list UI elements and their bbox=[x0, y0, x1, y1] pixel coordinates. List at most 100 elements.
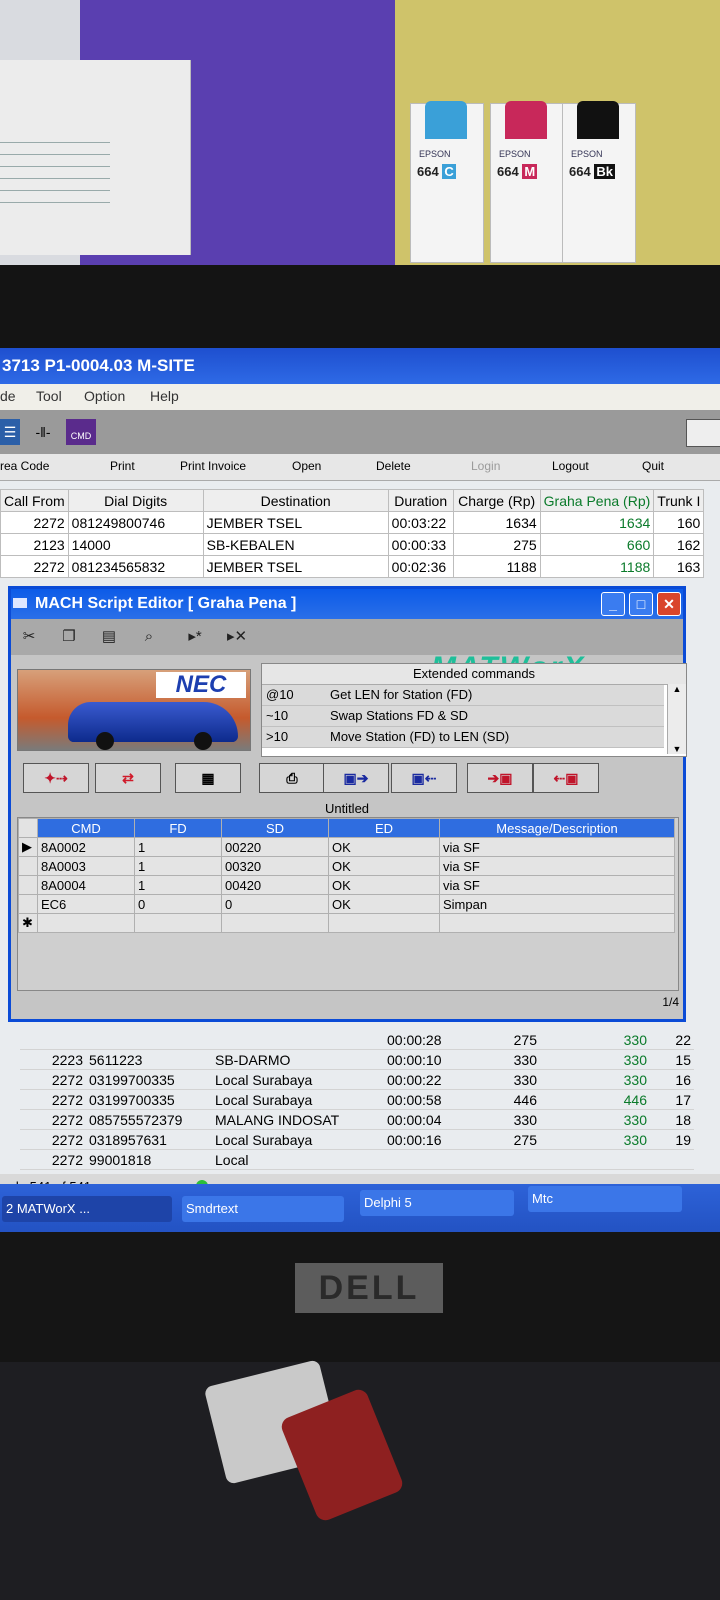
task-mtc[interactable]: Mtc bbox=[528, 1186, 682, 1212]
play-step-icon[interactable]: ▸* bbox=[181, 625, 209, 649]
find-icon[interactable]: ⌕ bbox=[135, 625, 163, 649]
col-cmd[interactable]: CMD bbox=[37, 818, 135, 838]
cell-sd[interactable]: 00420 bbox=[221, 875, 329, 895]
table-row[interactable]: 8A0003 1 00320 OK via SF bbox=[18, 856, 675, 876]
stop-step-icon[interactable]: ▸✕ bbox=[223, 625, 251, 649]
table-row[interactable]: 2272 99001818 Local bbox=[20, 1149, 694, 1170]
new-row[interactable]: ✱ bbox=[18, 913, 675, 933]
cell-ed[interactable]: OK bbox=[328, 875, 440, 895]
cell-message[interactable]: Simpan bbox=[439, 894, 675, 914]
col-fd[interactable]: FD bbox=[134, 818, 222, 838]
task-smdrtext[interactable]: Smdrtext bbox=[182, 1196, 344, 1222]
window-menu-icon[interactable] bbox=[13, 598, 27, 608]
table-row[interactable]: 2272 085755572379 MALANG INDOSAT 00:00:0… bbox=[20, 1109, 694, 1130]
quit-button[interactable]: Quit bbox=[642, 459, 664, 473]
delete-button[interactable]: Delete bbox=[376, 459, 411, 473]
cell-message[interactable]: via SF bbox=[439, 856, 675, 876]
logout-button[interactable]: Logout bbox=[552, 459, 589, 473]
open-button[interactable]: Open bbox=[292, 459, 321, 473]
cell-ed[interactable]: OK bbox=[328, 837, 440, 857]
cell-message[interactable]: via SF bbox=[439, 837, 675, 857]
list-icon[interactable]: ☰ bbox=[0, 419, 20, 445]
maximize-icon[interactable]: □ bbox=[629, 592, 653, 616]
task-matworx[interactable]: 2 MATWorX ... bbox=[2, 1196, 172, 1222]
cell-sd[interactable]: 00220 bbox=[221, 837, 329, 857]
cell-dial-digits bbox=[86, 1030, 212, 1050]
cell-charge: 330 bbox=[474, 1049, 540, 1070]
print-icon[interactable]: ⎙ bbox=[259, 763, 325, 793]
table-row[interactable]: 8A0004 1 00420 OK via SF bbox=[18, 875, 675, 895]
table-row[interactable]: 2272 03199700335 Local Surabaya 00:00:22… bbox=[20, 1069, 694, 1090]
cell-ed[interactable]: OK bbox=[328, 894, 440, 914]
cell-message[interactable]: via SF bbox=[439, 875, 675, 895]
connect-icon[interactable]: -‖- bbox=[28, 419, 58, 445]
print-invoice-button[interactable]: Print Invoice bbox=[180, 459, 246, 473]
menu-item-help[interactable]: Help bbox=[150, 388, 179, 404]
cell-charge: 1188 bbox=[452, 555, 541, 578]
menu-item-option[interactable]: Option bbox=[84, 388, 125, 404]
table-row[interactable]: EC6 0 0 OK Simpan bbox=[18, 894, 675, 914]
close-icon[interactable]: ✕ bbox=[657, 592, 681, 616]
col-sd[interactable]: SD bbox=[221, 818, 329, 838]
table-row[interactable]: ▶ 8A0002 1 00220 OK via SF bbox=[18, 837, 675, 857]
save-send-icon[interactable]: ▣➔ bbox=[323, 763, 389, 793]
list-item[interactable]: @10 Get LEN for Station (FD) bbox=[262, 685, 664, 706]
scroll-down-icon[interactable]: ▼ bbox=[668, 744, 686, 754]
col-message[interactable]: Message/Description bbox=[439, 818, 675, 838]
cell-sd[interactable]: 0 bbox=[221, 894, 329, 914]
delete-step-icon[interactable]: ✦⇢ bbox=[23, 763, 89, 793]
load-receive-icon[interactable]: ▣⇠ bbox=[391, 763, 457, 793]
table-row[interactable]: 00:00:28 275 330 22 bbox=[20, 1030, 694, 1050]
cmd-icon[interactable]: CMD bbox=[66, 419, 96, 445]
script-grid[interactable]: CMD FD SD ED Message/Description ▶ 8A000… bbox=[17, 817, 679, 991]
col-duration[interactable]: Duration bbox=[387, 489, 454, 512]
grid-edit-icon[interactable]: ▦ bbox=[175, 763, 241, 793]
col-ed[interactable]: ED bbox=[328, 818, 440, 838]
scroll-up-icon[interactable]: ▲ bbox=[668, 684, 686, 694]
task-delphi[interactable]: Delphi 5 bbox=[360, 1190, 514, 1216]
cell-sd[interactable]: 00320 bbox=[221, 856, 329, 876]
table-row[interactable]: 2272 0318957631 Local Surabaya 00:00:16 … bbox=[20, 1129, 694, 1150]
table-row[interactable]: 2272 081234565832 JEMBER TSEL 00:02:36 1… bbox=[0, 555, 705, 578]
copy-icon[interactable]: ❐ bbox=[55, 625, 83, 649]
print-button[interactable]: Print bbox=[110, 459, 135, 473]
cut-icon[interactable]: ✂ bbox=[15, 625, 43, 649]
taskbar: 2 MATWorX ... Smdrtext Delphi 5 Mtc bbox=[0, 1184, 720, 1234]
col-graha-pena[interactable]: Graha Pena (Rp) bbox=[539, 489, 655, 512]
nec-race-car-image: NEC bbox=[17, 669, 251, 751]
cell-fd[interactable]: 1 bbox=[134, 837, 222, 857]
swap-icon[interactable]: ⇄ bbox=[95, 763, 161, 793]
table-row[interactable]: 2223 5611223 SB-DARMO 00:00:10 330 330 1… bbox=[20, 1049, 694, 1070]
table-row[interactable]: 2272 081249800746 JEMBER TSEL 00:03:22 1… bbox=[0, 511, 705, 534]
editor-toolbar: ✂ ❐ ▤ ⌕ ▸* ▸✕ MATWorX bbox=[11, 619, 683, 684]
menu-item-mode[interactable]: de bbox=[0, 388, 16, 404]
cell-cmd[interactable]: 8A0002 bbox=[37, 837, 135, 857]
cell-duration bbox=[384, 1149, 474, 1170]
cell-cmd[interactable]: EC6 bbox=[37, 894, 135, 914]
cell-fd[interactable]: 1 bbox=[134, 875, 222, 895]
extended-commands-list[interactable]: Extended commands @10 Get LEN for Statio… bbox=[261, 663, 687, 757]
col-call-from[interactable]: Call From bbox=[0, 489, 69, 512]
menu-item-tool[interactable]: Tool bbox=[36, 388, 62, 404]
col-trunk[interactable]: Trunk I bbox=[653, 489, 705, 512]
col-charge[interactable]: Charge (Rp) bbox=[452, 489, 541, 512]
col-dial-digits[interactable]: Dial Digits bbox=[67, 489, 204, 512]
list-item[interactable]: ~10 Swap Stations FD & SD bbox=[262, 706, 664, 727]
cell-fd[interactable]: 1 bbox=[134, 856, 222, 876]
cell-fd[interactable]: 0 bbox=[134, 894, 222, 914]
cell-cmd[interactable]: 8A0004 bbox=[37, 875, 135, 895]
list-scrollbar[interactable]: ▲ ▼ bbox=[667, 684, 686, 754]
cell-cmd[interactable]: 8A0003 bbox=[37, 856, 135, 876]
area-code-button[interactable]: rea Code bbox=[0, 459, 49, 473]
cell-ed[interactable]: OK bbox=[328, 856, 440, 876]
col-destination[interactable]: Destination bbox=[202, 489, 389, 512]
table-row[interactable]: 2123 14000 SB-KEBALEN 00:00:33 275 660 1… bbox=[0, 533, 705, 556]
toolbar-button-right[interactable] bbox=[686, 419, 720, 447]
paste-icon[interactable]: ▤ bbox=[95, 625, 123, 649]
table-row[interactable]: 2272 03199700335 Local Surabaya 00:00:58… bbox=[20, 1089, 694, 1110]
editor-title-bar[interactable]: MACH Script Editor [ Graha Pena ] _ □ ✕ bbox=[11, 589, 683, 619]
export-icon[interactable]: ➔▣ bbox=[467, 763, 533, 793]
list-item[interactable]: >10 Move Station (FD) to LEN (SD) bbox=[262, 727, 664, 748]
import-icon[interactable]: ⇠▣ bbox=[533, 763, 599, 793]
minimize-icon[interactable]: _ bbox=[601, 592, 625, 616]
